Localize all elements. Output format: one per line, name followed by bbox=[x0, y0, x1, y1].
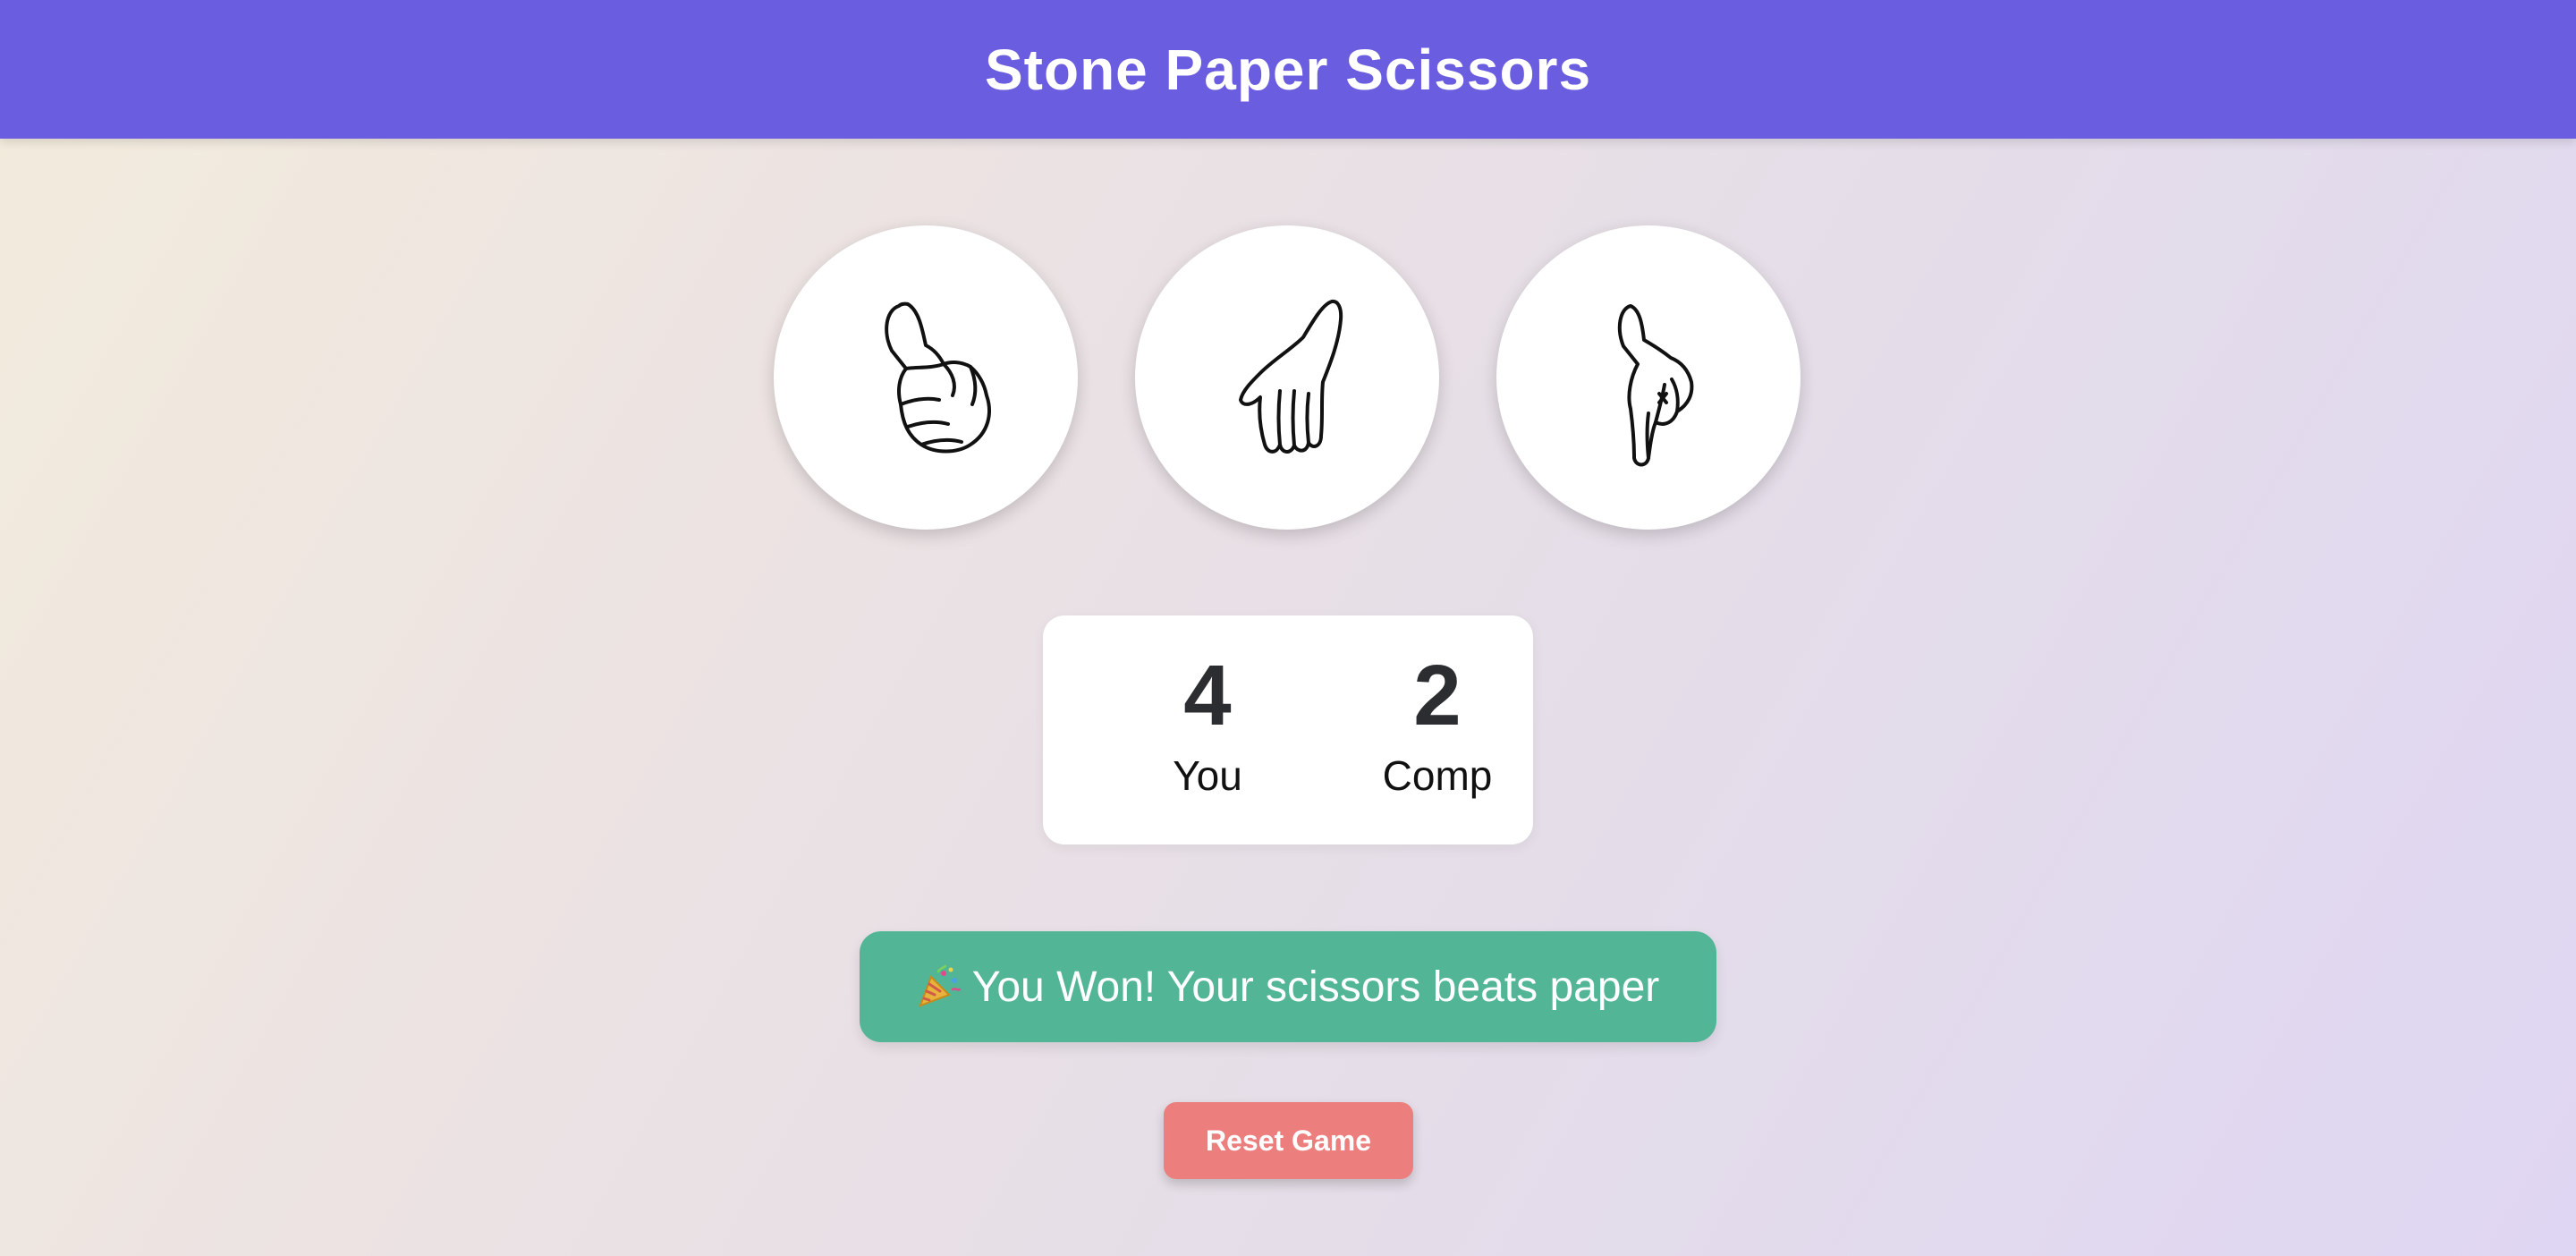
choices-container bbox=[0, 225, 2576, 530]
open-hand-icon bbox=[1239, 299, 1343, 454]
page-title: Stone Paper Scissors bbox=[984, 37, 1592, 102]
choice-scissors-button[interactable] bbox=[1496, 225, 1801, 530]
two-finger-hand-icon bbox=[1617, 304, 1694, 467]
comp-score-label: Comp bbox=[1382, 752, 1493, 799]
comp-score-value: 2 bbox=[1413, 648, 1462, 743]
party-popper-icon bbox=[919, 964, 961, 1007]
result-message-text: You Won! Your scissors beats paper bbox=[971, 963, 1660, 1011]
result-message: You Won! Your scissors beats paper bbox=[860, 931, 1716, 1042]
header-bar: Stone Paper Scissors bbox=[0, 0, 2576, 139]
user-score-value: 4 bbox=[1183, 648, 1232, 743]
user-score-label: You bbox=[1173, 752, 1242, 799]
user-score: 4 You bbox=[1118, 651, 1297, 800]
fist-hand-icon bbox=[885, 301, 991, 454]
choice-rock-button[interactable] bbox=[774, 225, 1078, 530]
choice-paper-button[interactable] bbox=[1135, 225, 1439, 530]
reset-game-button[interactable]: Reset Game bbox=[1164, 1102, 1413, 1179]
comp-score: 2 Comp bbox=[1348, 651, 1527, 800]
scoreboard: 4 You 2 Comp bbox=[1043, 615, 1533, 844]
